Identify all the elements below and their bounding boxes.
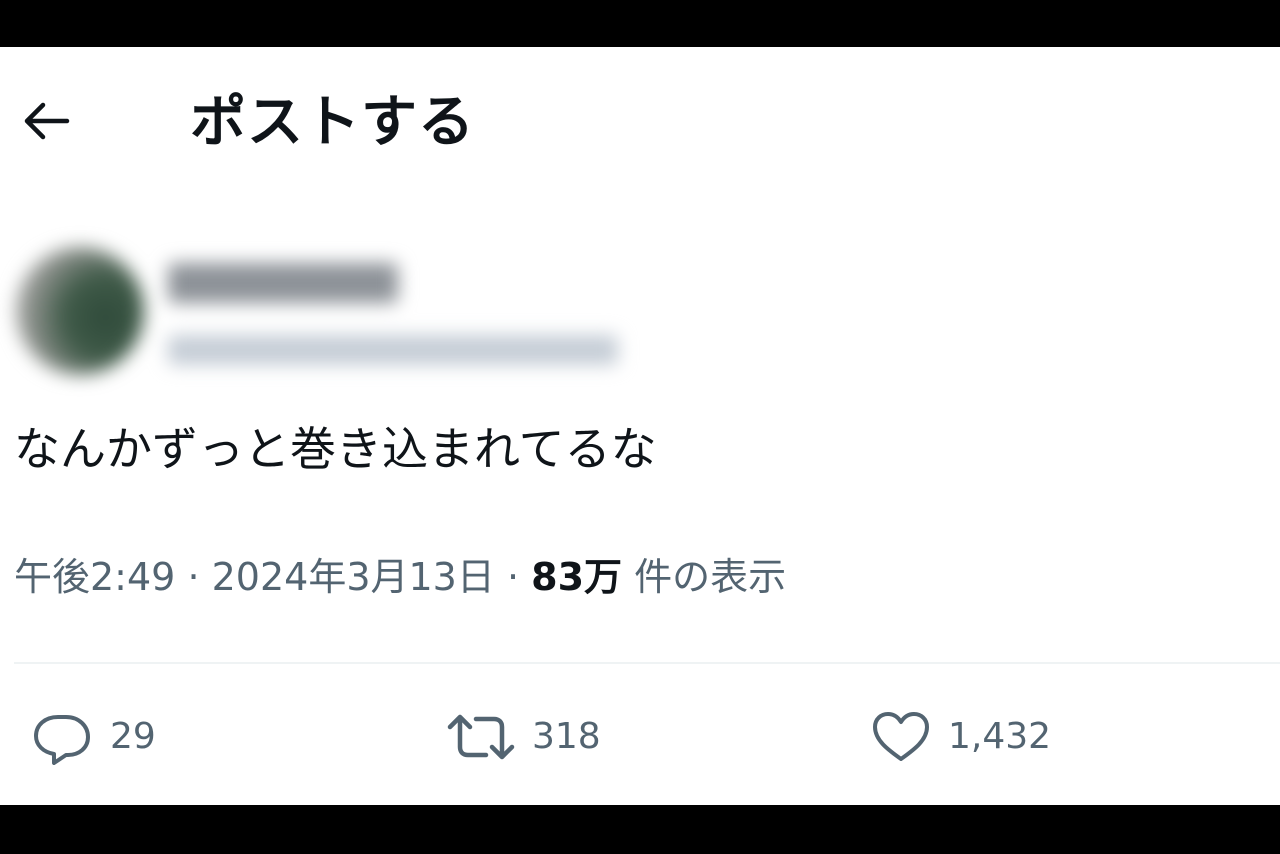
retweet-count: 318 (532, 716, 601, 757)
author-name-blurred[interactable] (168, 263, 398, 303)
arrow-left-icon (24, 102, 70, 140)
meta-separator: · (187, 555, 200, 599)
views-count[interactable]: 83万 (531, 555, 622, 599)
retweet-icon (447, 714, 515, 760)
tweet-text: なんかずっと巻き込まれてるな (14, 422, 657, 476)
post-screen: ポストする なんかずっと巻き込まれてるな 午後2:49 · 2024年3月13日… (0, 47, 1280, 805)
like-button[interactable]: 1,432 (870, 709, 1051, 765)
header: ポストする (0, 47, 1280, 197)
meta-separator: · (506, 555, 520, 599)
retweet-button[interactable]: 318 (446, 709, 601, 765)
reply-button[interactable]: 29 (30, 709, 156, 765)
back-button[interactable] (18, 99, 74, 143)
divider (14, 662, 1280, 664)
views-label[interactable]: 件の表示 (634, 555, 786, 599)
author-info[interactable] (10, 237, 750, 387)
page-title: ポストする (190, 90, 475, 155)
avatar[interactable] (16, 247, 144, 375)
reply-count: 29 (110, 716, 156, 757)
heart-icon (873, 712, 929, 761)
author-handle-blurred (168, 335, 618, 365)
tweet-meta: 午後2:49 · 2024年3月13日 · 83万 件の表示 (14, 549, 786, 605)
like-count: 1,432 (948, 716, 1052, 757)
reply-icon (34, 715, 90, 765)
tweet-time[interactable]: 午後2:49 (14, 555, 175, 599)
tweet-date[interactable]: 2024年3月13日 (212, 555, 495, 599)
